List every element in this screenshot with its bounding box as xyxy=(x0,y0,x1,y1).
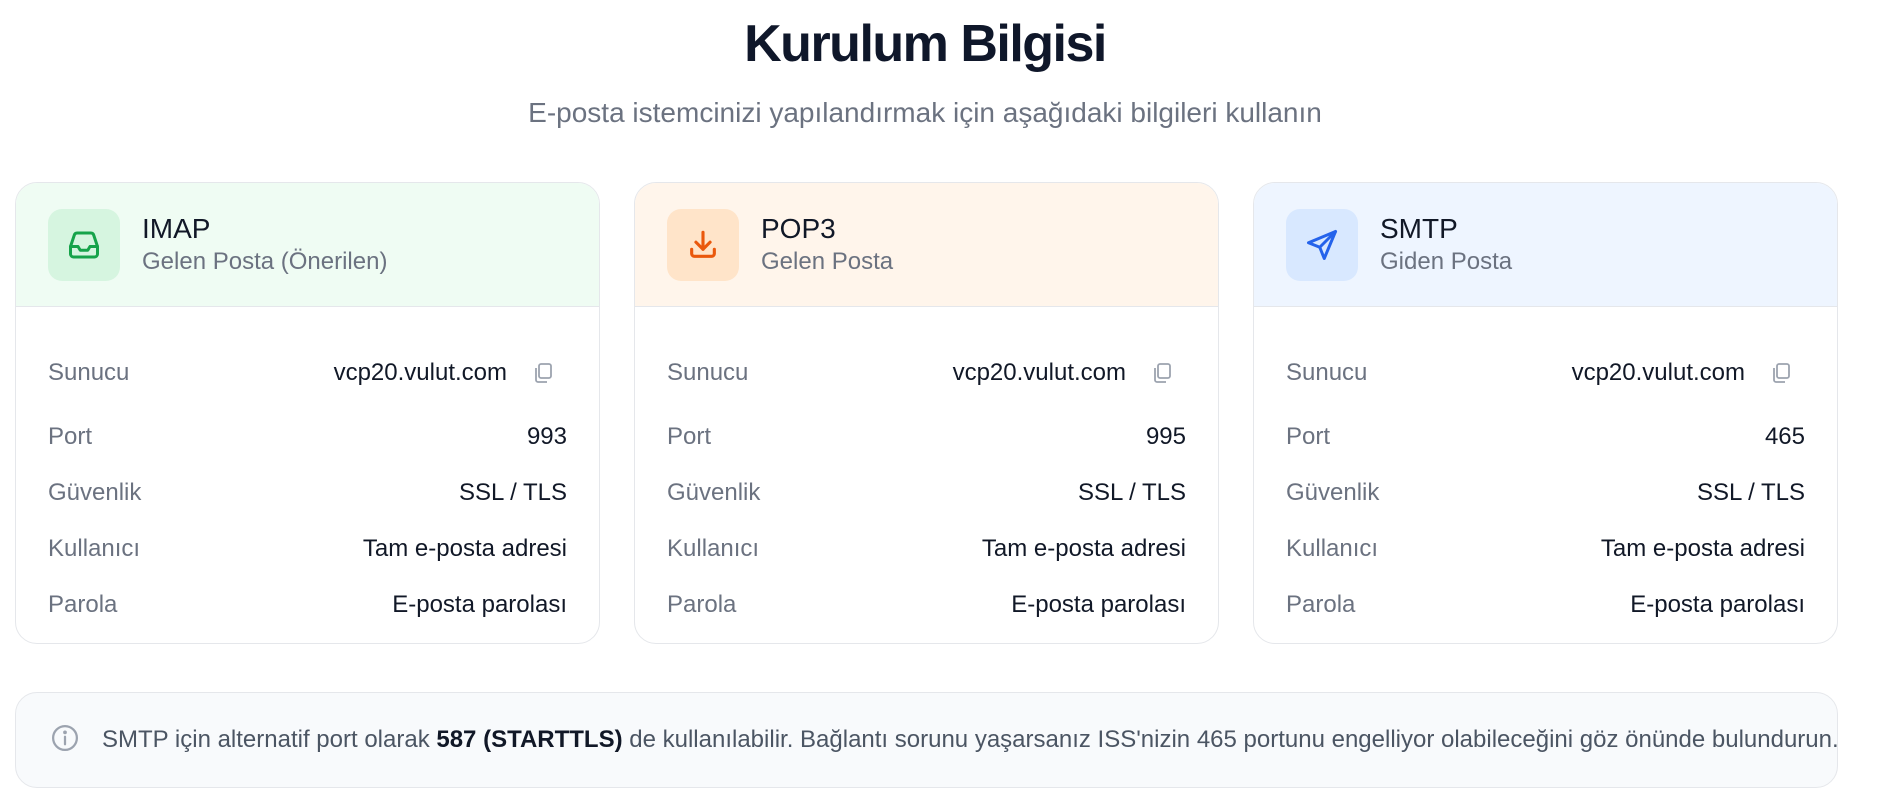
page-title: Kurulum Bilgisi xyxy=(744,15,1107,73)
info-icon xyxy=(50,723,80,758)
server-label: Sunucu xyxy=(667,359,749,386)
protocol-description: Gelen Posta (Önerilen) xyxy=(142,247,388,275)
server-value: vcp20.vulut.com xyxy=(952,359,1126,386)
smtp-card: SMTP Giden Posta Sunucu vcp20.vulut.com … xyxy=(1253,182,1838,644)
copy-icon[interactable] xyxy=(1148,359,1176,387)
pop3-card: POP3 Gelen Posta Sunucu vcp20.vulut.com … xyxy=(634,182,1219,644)
copy-icon[interactable] xyxy=(529,359,557,387)
password-value: E-posta parolası xyxy=(1630,591,1805,618)
imap-card: IMAP Gelen Posta (Önerilen) Sunucu vcp20… xyxy=(15,182,600,644)
protocol-description: Giden Posta xyxy=(1380,247,1513,275)
info-text: SMTP için alternatif port olarak 587 (ST… xyxy=(102,726,1839,754)
user-value: Tam e-posta adresi xyxy=(1600,535,1805,562)
user-label: Kullanıcı xyxy=(667,535,760,562)
user-row: Kullanıcı Tam e-posta adresi xyxy=(1286,521,1805,577)
card-header: SMTP Giden Posta xyxy=(1254,183,1837,307)
port-value: 465 xyxy=(1764,423,1805,450)
card-header: POP3 Gelen Posta xyxy=(635,183,1218,307)
send-icon xyxy=(1286,208,1358,281)
server-row: Sunucu vcp20.vulut.com xyxy=(667,345,1186,401)
copy-icon[interactable] xyxy=(1767,359,1795,387)
password-label: Parola xyxy=(667,591,737,618)
protocol-name: SMTP xyxy=(1380,212,1458,244)
page-subtitle: E-posta istemcinizi yapılandırmak için a… xyxy=(528,97,1322,128)
info-note: SMTP için alternatif port olarak 587 (ST… xyxy=(15,692,1839,788)
password-value: E-posta parolası xyxy=(392,591,567,618)
port-row: Port 995 xyxy=(667,409,1186,465)
download-icon xyxy=(667,208,739,281)
server-row: Sunucu vcp20.vulut.com xyxy=(48,345,567,401)
card-header: IMAP Gelen Posta (Önerilen) xyxy=(16,183,599,307)
port-row: Port 465 xyxy=(1286,409,1805,465)
server-label: Sunucu xyxy=(48,359,130,386)
security-row: Güvenlik SSL / TLS xyxy=(1286,465,1805,521)
security-label: Güvenlik xyxy=(667,479,761,506)
security-row: Güvenlik SSL / TLS xyxy=(667,465,1186,521)
server-value: vcp20.vulut.com xyxy=(1571,359,1745,386)
user-value: Tam e-posta adresi xyxy=(981,535,1186,562)
password-value: E-posta parolası xyxy=(1011,591,1186,618)
password-row: Parola E-posta parolası xyxy=(1286,577,1805,633)
user-value: Tam e-posta adresi xyxy=(362,535,567,562)
security-row: Güvenlik SSL / TLS xyxy=(48,465,567,521)
protocol-cards: IMAP Gelen Posta (Önerilen) Sunucu vcp20… xyxy=(15,182,1838,644)
password-label: Parola xyxy=(1286,591,1356,618)
port-label: Port xyxy=(1286,423,1331,450)
password-row: Parola E-posta parolası xyxy=(667,577,1186,633)
protocol-name: IMAP xyxy=(142,212,211,244)
inbox-icon xyxy=(48,208,120,281)
security-value: SSL / TLS xyxy=(458,479,567,506)
password-label: Parola xyxy=(48,591,118,618)
note-suffix: de kullanılabilir. Bağlantı sorunu yaşar… xyxy=(622,726,1839,753)
port-label: Port xyxy=(48,423,93,450)
security-value: SSL / TLS xyxy=(1077,479,1186,506)
port-value: 995 xyxy=(1145,423,1186,450)
port-row: Port 993 xyxy=(48,409,567,465)
user-label: Kullanıcı xyxy=(1286,535,1379,562)
protocol-description: Gelen Posta xyxy=(761,247,894,275)
user-row: Kullanıcı Tam e-posta adresi xyxy=(667,521,1186,577)
server-label: Sunucu xyxy=(1286,359,1368,386)
user-label: Kullanıcı xyxy=(48,535,141,562)
security-label: Güvenlik xyxy=(48,479,142,506)
server-value: vcp20.vulut.com xyxy=(333,359,507,386)
protocol-name: POP3 xyxy=(761,212,836,244)
password-row: Parola E-posta parolası xyxy=(48,577,567,633)
note-prefix: SMTP için alternatif port olarak xyxy=(102,726,437,753)
port-label: Port xyxy=(667,423,712,450)
server-row: Sunucu vcp20.vulut.com xyxy=(1286,345,1805,401)
note-highlight: 587 (STARTTLS) xyxy=(436,726,623,753)
security-value: SSL / TLS xyxy=(1696,479,1805,506)
user-row: Kullanıcı Tam e-posta adresi xyxy=(48,521,567,577)
security-label: Güvenlik xyxy=(1286,479,1380,506)
port-value: 993 xyxy=(526,423,567,450)
